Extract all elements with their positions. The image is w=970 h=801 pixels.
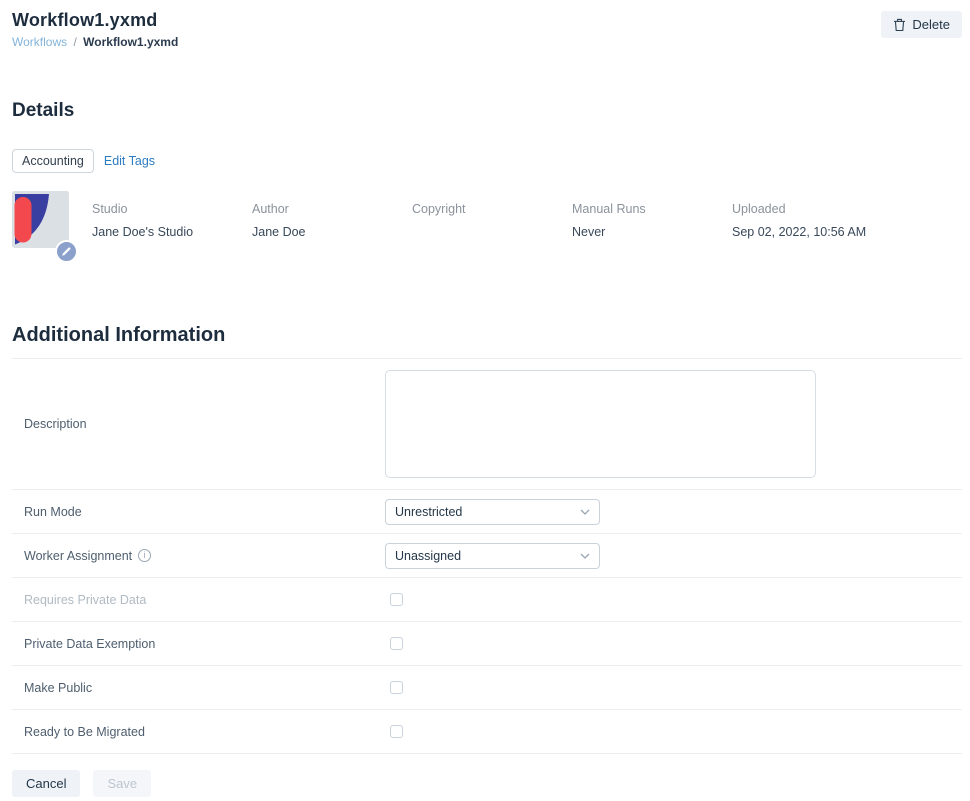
breadcrumb-workflows-link[interactable]: Workflows xyxy=(12,35,67,49)
trash-icon xyxy=(893,18,906,32)
meta-label: Author xyxy=(252,202,412,216)
pencil-icon xyxy=(61,246,72,257)
additional-info-form: Description Run Mode Unrestricted Worker… xyxy=(12,358,962,754)
private-data-exemption-label: Private Data Exemption xyxy=(24,637,385,651)
worker-assignment-selected-value: Unassigned xyxy=(395,549,461,563)
ready-to-be-migrated-checkbox[interactable] xyxy=(390,725,403,738)
meta-copyright: Copyright xyxy=(412,202,572,240)
make-public-row: Make Public xyxy=(12,666,962,710)
edit-tags-link[interactable]: Edit Tags xyxy=(104,154,155,168)
workflow-profile-row: Studio Jane Doe's Studio Author Jane Doe… xyxy=(12,191,962,248)
chevron-down-icon xyxy=(580,553,590,559)
info-icon[interactable]: i xyxy=(138,549,151,562)
meta-label: Copyright xyxy=(412,202,572,216)
private-data-exemption-checkbox[interactable] xyxy=(390,637,403,650)
form-actions: Cancel Save xyxy=(12,770,962,797)
worker-assignment-row: Worker Assignment i Unassigned xyxy=(12,534,962,578)
run-mode-select[interactable]: Unrestricted xyxy=(385,499,600,525)
description-row: Description xyxy=(12,359,962,490)
workflow-meta: Studio Jane Doe's Studio Author Jane Doe… xyxy=(92,202,932,240)
description-textarea[interactable] xyxy=(385,370,816,478)
worker-assignment-label-text: Worker Assignment xyxy=(24,549,132,563)
page-header: Workflow1.yxmd Workflows / Workflow1.yxm… xyxy=(12,10,962,49)
meta-studio: Studio Jane Doe's Studio xyxy=(92,202,252,240)
requires-private-data-row: Requires Private Data xyxy=(12,578,962,622)
workflow-detail-page: Workflow1.yxmd Workflows / Workflow1.yxm… xyxy=(0,0,970,797)
workflow-thumbnail xyxy=(12,191,69,248)
breadcrumb-current: Workflow1.yxmd xyxy=(83,35,178,49)
meta-author: Author Jane Doe xyxy=(252,202,412,240)
cancel-button[interactable]: Cancel xyxy=(12,770,80,797)
meta-value: Sep 02, 2022, 10:56 AM xyxy=(732,225,932,240)
make-public-checkbox[interactable] xyxy=(390,681,403,694)
breadcrumb: Workflows / Workflow1.yxmd xyxy=(12,35,178,49)
ready-to-be-migrated-row: Ready to Be Migrated xyxy=(12,710,962,754)
details-heading: Details xyxy=(12,100,962,122)
make-public-label: Make Public xyxy=(24,681,385,695)
meta-value: Jane Doe xyxy=(252,225,412,240)
tag-chip-accounting[interactable]: Accounting xyxy=(12,149,94,173)
breadcrumb-separator: / xyxy=(73,35,76,49)
private-data-exemption-row: Private Data Exemption xyxy=(12,622,962,666)
delete-label: Delete xyxy=(912,17,950,32)
meta-manual-runs: Manual Runs Never xyxy=(572,202,732,240)
meta-label: Manual Runs xyxy=(572,202,732,216)
meta-uploaded: Uploaded Sep 02, 2022, 10:56 AM xyxy=(732,202,932,240)
delete-button[interactable]: Delete xyxy=(881,11,962,38)
run-mode-label: Run Mode xyxy=(24,505,385,519)
worker-assignment-label: Worker Assignment i xyxy=(24,549,385,563)
ready-to-be-migrated-label: Ready to Be Migrated xyxy=(24,725,385,739)
chevron-down-icon xyxy=(580,509,590,515)
meta-value: Never xyxy=(572,225,732,240)
save-button[interactable]: Save xyxy=(93,770,151,797)
page-title: Workflow1.yxmd xyxy=(12,10,178,31)
run-mode-row: Run Mode Unrestricted xyxy=(12,490,962,534)
run-mode-selected-value: Unrestricted xyxy=(395,505,462,519)
meta-label: Studio xyxy=(92,202,252,216)
meta-value: Jane Doe's Studio xyxy=(92,225,252,240)
meta-label: Uploaded xyxy=(732,202,932,216)
meta-value xyxy=(412,225,572,240)
tags-row: Accounting Edit Tags xyxy=(12,149,962,173)
worker-assignment-select[interactable]: Unassigned xyxy=(385,543,600,569)
requires-private-data-label: Requires Private Data xyxy=(24,593,385,607)
header-left: Workflow1.yxmd Workflows / Workflow1.yxm… xyxy=(12,10,178,49)
workflow-icon xyxy=(12,191,69,248)
requires-private-data-checkbox[interactable] xyxy=(390,593,403,606)
additional-info-heading: Additional Information xyxy=(12,324,962,347)
description-label: Description xyxy=(24,417,385,431)
edit-thumbnail-button[interactable] xyxy=(55,240,78,263)
